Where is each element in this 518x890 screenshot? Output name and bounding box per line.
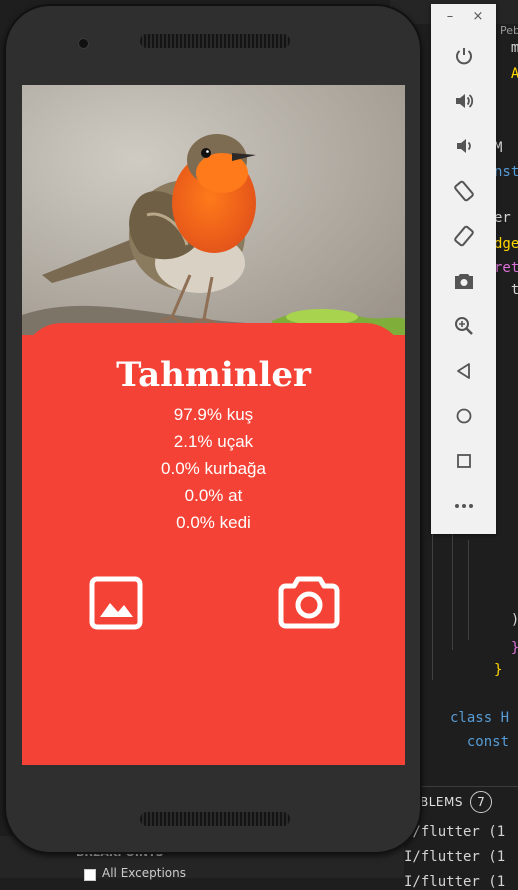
phone-speaker-top: [140, 34, 290, 48]
robin-image: [22, 85, 405, 335]
code-line: ma: [510, 40, 518, 56]
power-button[interactable]: [431, 36, 496, 76]
code-line: er: [494, 210, 511, 226]
code-line: h: [494, 590, 518, 606]
editor-breadcrumb[interactable]: Pebr: [500, 24, 518, 37]
volume-up-icon: [455, 94, 473, 108]
zoom-button[interactable]: [431, 306, 496, 346]
overview-button[interactable]: [431, 441, 496, 481]
prediction-item: 97.9% kuş: [173, 405, 254, 424]
screenshot-button[interactable]: [431, 261, 496, 301]
prediction-item: 2.1% uçak: [173, 432, 254, 451]
more-icon: [454, 504, 473, 508]
back-icon: [456, 363, 470, 379]
predictions-card: Tahminler 97.9% kuş 2.1% uçak 0.0% kurba…: [22, 323, 405, 765]
overview-icon: [456, 454, 471, 468]
more-button[interactable]: [431, 486, 496, 526]
indent-guide: [468, 540, 469, 640]
front-camera: [78, 38, 89, 49]
page-title: Tahminler: [116, 355, 311, 395]
volume-down-button[interactable]: [431, 126, 496, 166]
debug-log-line: I/flutter (1: [404, 849, 506, 865]
prediction-item: 0.0% kurbağa: [161, 459, 266, 478]
prediction-item: 0.0% at: [184, 486, 243, 505]
image-icon: [89, 576, 143, 630]
rotate-left-button[interactable]: [431, 171, 496, 211]
code-line: class H: [450, 710, 510, 726]
camera-button[interactable]: [278, 573, 340, 629]
camera-icon: [278, 576, 340, 629]
volume-down-icon: [456, 139, 471, 153]
phone-speaker-bottom: [140, 812, 290, 826]
code-line: Ap: [510, 66, 518, 82]
emulator-toolbar: [431, 4, 496, 534]
problems-count-badge: 7: [470, 791, 492, 813]
gallery-button[interactable]: [88, 575, 144, 631]
back-button[interactable]: [431, 351, 496, 391]
power-icon: [455, 48, 472, 65]
code-line: }: [494, 640, 518, 656]
rotate-right-button[interactable]: [431, 216, 496, 256]
code-line: const: [450, 734, 510, 750]
prediction-item: 0.0% kedi: [176, 513, 251, 532]
code-line: d: [494, 566, 518, 582]
code-line: nst: [494, 164, 518, 180]
debug-log-line: I/flutter (1: [404, 874, 506, 890]
screenshot-icon: [454, 274, 473, 289]
code-line: }: [494, 662, 503, 678]
rotate-left-icon: [453, 180, 474, 202]
volume-up-button[interactable]: [431, 81, 496, 121]
breakpoint-checkbox[interactable]: [84, 869, 96, 881]
zoom-icon: [454, 317, 473, 335]
bird-photo: [22, 85, 405, 335]
problems-tab-label[interactable]: BLEMS: [420, 795, 463, 809]
debug-log-line: I/flutter (1: [404, 824, 506, 840]
minimize-button[interactable]: –: [443, 10, 457, 24]
code-line: ): [494, 544, 518, 560]
code-line: ret: [494, 260, 518, 276]
rotate-right-icon: [453, 225, 474, 247]
app-screen: Tahminler 97.9% kuş 2.1% uçak 0.0% kurba…: [22, 85, 405, 765]
code-line: t: [494, 306, 518, 322]
code-line: dge: [494, 236, 518, 252]
close-button[interactable]: ×: [471, 10, 485, 24]
code-line: t: [494, 282, 518, 298]
home-button[interactable]: [431, 396, 496, 436]
home-icon: [456, 408, 471, 424]
code-line: );: [494, 612, 518, 628]
